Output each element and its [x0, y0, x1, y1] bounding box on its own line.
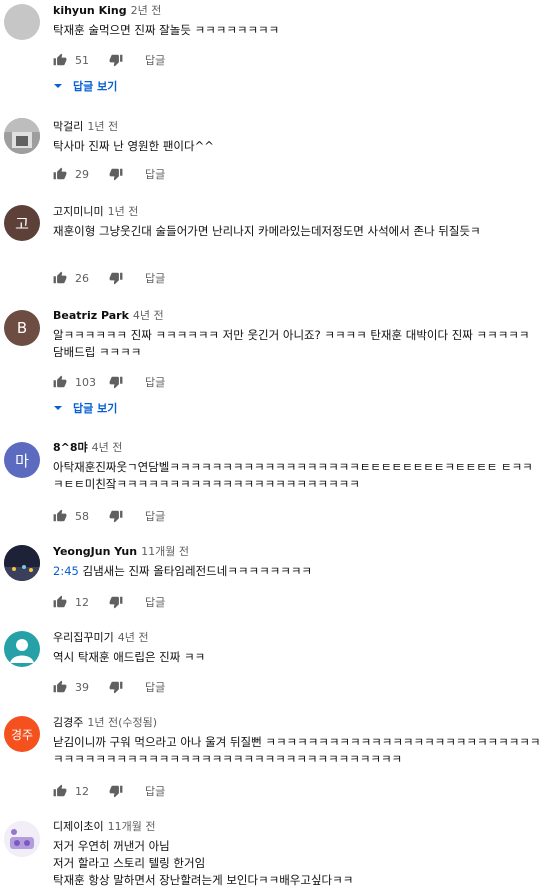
avatar-photo	[4, 545, 40, 581]
view-replies-button[interactable]: 답글 보기	[53, 77, 117, 95]
like-count: 103	[75, 375, 96, 389]
comment-author[interactable]: YeongJun Yun	[53, 545, 137, 558]
avatar[interactable]	[4, 545, 40, 581]
comment-text: 저거 우연히 꺼낸거 아님 저거 할라고 스토리 텔링 한거임 탁재훈 항상 말…	[53, 839, 354, 887]
comment-time[interactable]: 2년 전	[131, 4, 162, 17]
reply-button[interactable]: 답글	[145, 594, 165, 610]
like-count: 51	[75, 53, 89, 67]
avatar-photo	[4, 821, 40, 857]
comment-time[interactable]: 1년 전(수정됨)	[87, 716, 157, 729]
avatar-initial: B	[16, 319, 28, 337]
comment-text: 알ㅋㅋㅋㅋㅋㅋ 진짜 ㅋㅋㅋㅋㅋㅋ 저만 웃긴거 아니죠? ㅋㅋㅋㅋ 탄재훈 대…	[53, 328, 534, 359]
thumb-up-icon[interactable]	[53, 375, 67, 389]
like-count: 29	[75, 167, 89, 181]
avatar-initial: 마	[15, 451, 29, 470]
avatar-initial: 경주	[10, 727, 34, 742]
comment-text: 재훈이형 그냥웃긴대 술들어가면 난리나지 카메라있는데저정도면 사석에서 존나…	[53, 224, 481, 238]
video-timestamp-link[interactable]: 2:45	[53, 564, 79, 578]
comment-text: 탁재훈 술먹으면 진짜 잘놀듯 ㅋㅋㅋㅋㅋㅋㅋㅋ	[53, 23, 280, 37]
thumb-down-icon[interactable]	[109, 509, 123, 523]
comment-author[interactable]: 김경주	[53, 716, 83, 729]
avatar[interactable]: B	[4, 310, 40, 346]
view-replies-label: 답글 보기	[73, 402, 118, 415]
comment-time[interactable]: 4년 전	[92, 441, 123, 454]
reply-button[interactable]: 답글	[145, 679, 165, 695]
comment-time[interactable]: 4년 전	[118, 631, 149, 644]
reply-button[interactable]: 답글	[145, 783, 165, 799]
comment-author[interactable]: 디제이초이	[53, 820, 104, 833]
view-replies-label: 답글 보기	[73, 80, 118, 93]
avatar-initial: 고	[15, 214, 29, 233]
thumb-down-icon[interactable]	[109, 784, 123, 798]
comment-author[interactable]: Beatriz Park	[53, 309, 129, 322]
reply-button[interactable]: 답글	[145, 508, 165, 524]
thumb-up-icon[interactable]	[53, 509, 67, 523]
chevron-down-icon	[54, 84, 62, 88]
reply-button[interactable]: 답글	[145, 52, 165, 68]
thumb-down-icon[interactable]	[109, 595, 123, 609]
comment-author[interactable]: 우리집꾸미기	[53, 631, 114, 644]
avatar[interactable]	[4, 118, 40, 154]
like-count: 12	[75, 595, 89, 609]
thumb-up-icon[interactable]	[53, 784, 67, 798]
person-icon	[10, 639, 34, 663]
thumb-down-icon[interactable]	[109, 271, 123, 285]
like-count: 39	[75, 680, 89, 694]
thumb-up-icon[interactable]	[53, 167, 67, 181]
reply-button[interactable]: 답글	[145, 166, 165, 182]
like-count: 58	[75, 509, 89, 523]
comment-time[interactable]: 11개월 전	[141, 545, 189, 558]
comment-time[interactable]: 1년 전	[87, 120, 118, 133]
avatar[interactable]	[4, 631, 40, 667]
like-count: 26	[75, 271, 89, 285]
comment-author[interactable]: 막걸리	[53, 120, 83, 133]
comment-author[interactable]: 고지미니미	[53, 205, 104, 218]
avatar[interactable]: 고	[4, 205, 40, 241]
thumb-up-icon[interactable]	[53, 53, 67, 67]
like-count: 12	[75, 784, 89, 798]
avatar[interactable]	[4, 4, 40, 40]
comment-author[interactable]: 8^8먀	[53, 441, 88, 454]
comment-time[interactable]: 4년 전	[133, 309, 164, 322]
avatar[interactable]	[4, 821, 40, 857]
thumb-up-icon[interactable]	[53, 271, 67, 285]
reply-button[interactable]: 답글	[145, 374, 165, 390]
comment-time[interactable]: 1년 전	[108, 205, 139, 218]
comment-text: 역시 탁재훈 애드립은 진짜 ㅋㅋ	[53, 650, 206, 664]
thumb-up-icon[interactable]	[53, 680, 67, 694]
thumb-down-icon[interactable]	[109, 680, 123, 694]
reply-button[interactable]: 답글	[145, 270, 165, 286]
comment-text: 낟김이니까 구워 먹으라고 아나 울겨 뒤질뻔 ㅋㅋㅋㅋㅋㅋㅋㅋㅋㅋㅋㅋㅋㅋㅋㅋ…	[53, 735, 541, 766]
comment-author[interactable]: kihyun King	[53, 4, 127, 17]
avatar-photo	[4, 118, 40, 154]
avatar[interactable]: 경주	[4, 716, 40, 752]
comment-text: 아탁재훈진짜웃ㄱ연담벨ㅋㅋㅋㅋㅋㅋㅋㅋㅋㅋㅋㅋㅋㅋㅋㅋㅋㅋㅌㅌㅌㅌㅌㅌㅌㅌㅋㅌㅌ…	[53, 460, 533, 491]
comment-text: 김냄새는 진짜 올타임레전드네ㅋㅋㅋㅋㅋㅋㅋㅋ	[78, 564, 312, 578]
view-replies-button[interactable]: 답글 보기	[53, 399, 117, 417]
avatar[interactable]: 마	[4, 442, 40, 478]
thumb-down-icon[interactable]	[109, 53, 123, 67]
thumb-down-icon[interactable]	[109, 375, 123, 389]
chevron-down-icon	[54, 406, 62, 410]
comment-text: 탁사마 진짜 난 영원한 팬이다^^	[53, 139, 214, 153]
thumb-up-icon[interactable]	[53, 595, 67, 609]
thumb-down-icon[interactable]	[109, 167, 123, 181]
comment-time[interactable]: 11개월 전	[108, 820, 156, 833]
